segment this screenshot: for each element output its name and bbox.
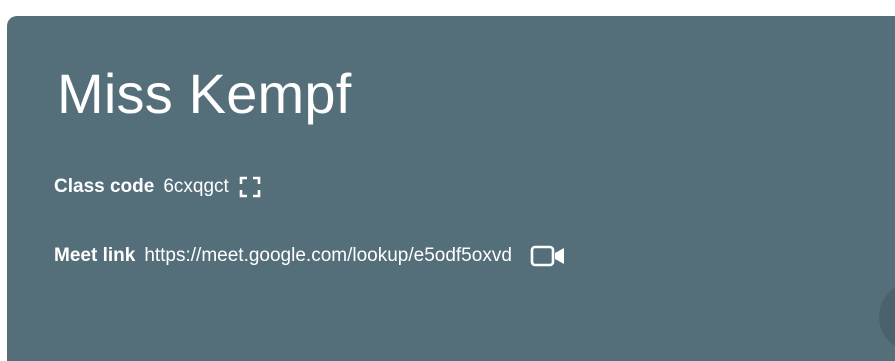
meet-link-row: Meet link https://meet.google.com/lookup…	[54, 244, 566, 268]
fullscreen-icon[interactable]	[239, 176, 261, 198]
class-code-label: Class code	[54, 176, 155, 197]
class-title: Miss Kempf	[57, 62, 352, 125]
video-camera-icon[interactable]	[530, 244, 566, 268]
meet-link-url[interactable]: https://meet.google.com/lookup/e5odf5oxv…	[144, 245, 512, 267]
class-code-value: 6cxqgct	[163, 176, 229, 197]
scroll-edge-button[interactable]	[879, 282, 895, 352]
class-header-banner: Miss Kempf Class code 6cxqgct Meet link …	[7, 16, 895, 361]
class-code-row: Class code 6cxqgct	[54, 176, 261, 198]
meet-link-label: Meet link	[54, 245, 136, 266]
